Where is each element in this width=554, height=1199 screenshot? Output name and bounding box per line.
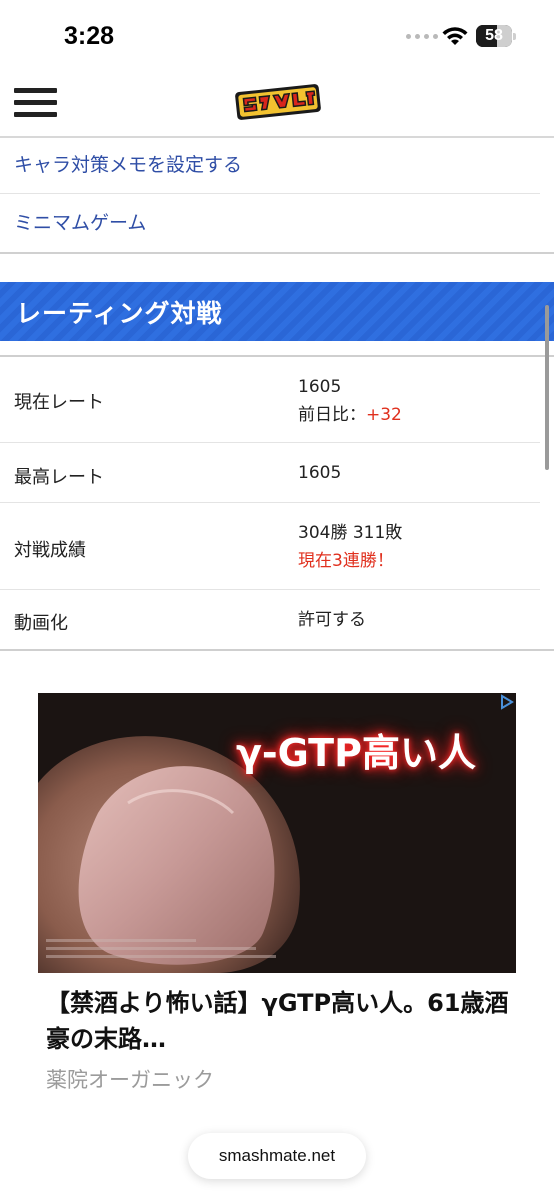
row-value: 1605 前日比：+32 <box>298 373 402 429</box>
section-header-rating: レーティング対戦 <box>0 282 554 341</box>
wifi-icon <box>442 27 468 45</box>
divider <box>0 649 554 651</box>
table-row: 現在レート 1605 前日比：+32 <box>0 357 540 443</box>
cellular-signal-icon <box>406 34 438 39</box>
site-header <box>0 72 554 138</box>
ad-choices-icon[interactable] <box>498 694 516 710</box>
win-streak: 現在3連勝！ <box>298 551 394 571</box>
row-label: 動画化 <box>14 613 68 634</box>
row-value: 304勝 311敗 現在3連勝！ <box>298 519 402 575</box>
ad-title[interactable]: 【禁酒より怖い話】γGTP高い人。61歳酒豪の末路… <box>46 985 526 1057</box>
row-label: 最高レート <box>14 467 104 488</box>
menu-item-character-memo[interactable]: キャラ対策メモを設定する <box>0 136 540 194</box>
daily-change-value: +32 <box>366 405 402 425</box>
url-text[interactable]: smashmate.net <box>188 1146 366 1166</box>
menu-item-label[interactable]: ミニマムゲーム <box>14 208 146 235</box>
daily-change-label: 前日比： <box>298 405 366 425</box>
video-permission-value: 許可する <box>298 610 366 630</box>
menu-item-minimum-game[interactable]: ミニマムゲーム <box>0 194 540 252</box>
current-rate-value: 1605 <box>298 377 342 397</box>
win-loss-record: 304勝 311敗 <box>298 523 403 543</box>
daily-change: 前日比：+32 <box>298 401 402 429</box>
row-label: 対戦成績 <box>14 540 86 561</box>
max-rate-value: 1605 <box>298 463 342 483</box>
ad-image-text: γ-GTP高い人 <box>236 731 476 775</box>
ad-sponsor[interactable]: 薬院オーガニック <box>46 1064 214 1094</box>
scrollbar[interactable] <box>545 305 549 470</box>
ad-fine-print <box>46 933 306 967</box>
divider <box>0 252 554 254</box>
hamburger-menu-button[interactable] <box>14 86 58 120</box>
table-row: 最高レート 1605 <box>0 443 540 503</box>
battery-level: 58 <box>485 27 503 44</box>
table-row: 対戦成績 304勝 311敗 現在3連勝！ <box>0 503 540 590</box>
address-bar[interactable]: smashmate.net <box>188 1133 366 1179</box>
section-title: レーティング対戦 <box>16 299 223 328</box>
row-label: 現在レート <box>14 392 104 413</box>
menu-item-label[interactable]: キャラ対策メモを設定する <box>14 150 242 177</box>
battery-icon: 58 <box>476 25 516 47</box>
table-row: 動画化 許可する <box>0 590 540 649</box>
site-logo[interactable] <box>230 78 326 126</box>
status-bar: 3:28 58 <box>0 0 554 72</box>
status-time: 3:28 <box>64 22 115 50</box>
